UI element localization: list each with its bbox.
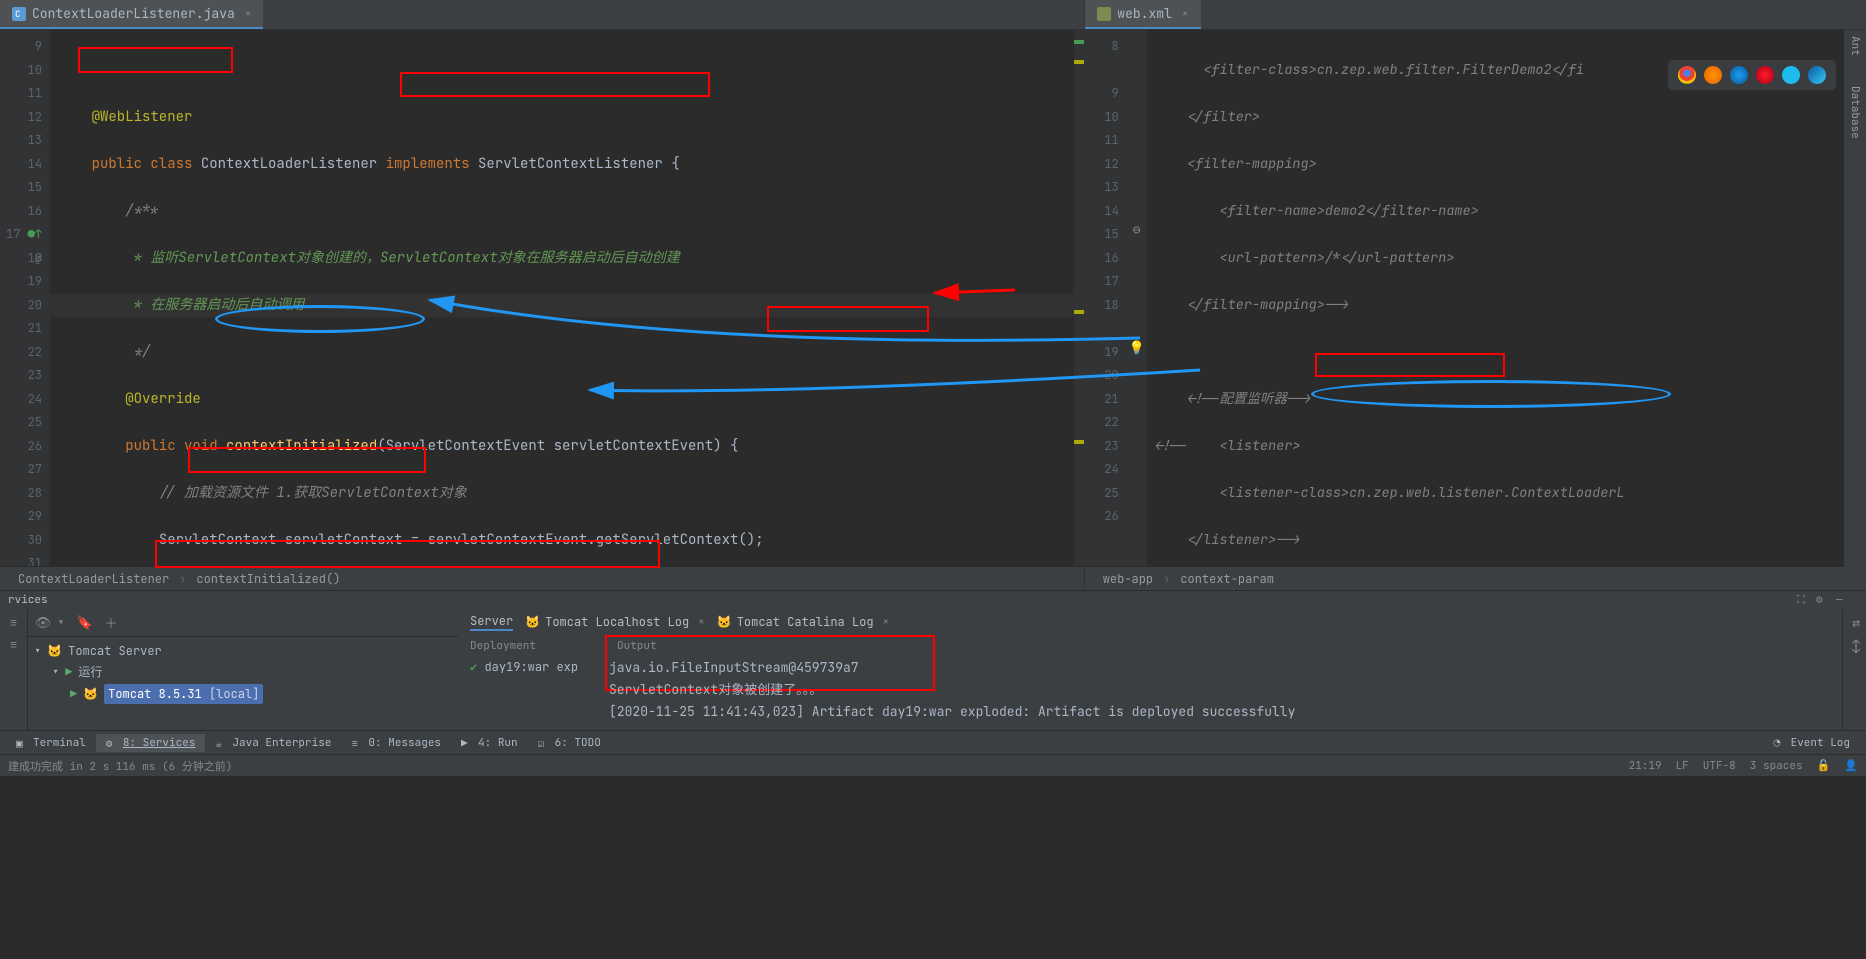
close-icon[interactable]: × xyxy=(1182,7,1189,21)
show-icon[interactable]: 👁 xyxy=(34,614,52,632)
marker-gutter: ⊖ 💡 xyxy=(1127,30,1147,566)
tab-xml-file[interactable]: web.xml × xyxy=(1085,0,1200,29)
database-tool-button[interactable]: Database xyxy=(1848,86,1862,139)
tab-java-enterprise[interactable]: ☕Java Enterprise xyxy=(205,734,341,752)
code-area[interactable]: 91011 121314 151617 ●↑ @ 181920 212223 2… xyxy=(0,30,1084,566)
bookmark-icon[interactable]: 🔖 xyxy=(76,614,94,632)
services-tree[interactable]: ▾🐱Tomcat Server ▾▶运行 ▶🐱Tomcat 8.5.31 [lo… xyxy=(28,637,458,710)
browser-preview-toolbar xyxy=(1668,60,1836,90)
tab-java-file[interactable]: ContextLoaderListener.java × xyxy=(0,0,263,29)
line-separator[interactable]: LF xyxy=(1676,759,1689,773)
code-text[interactable]: @WebListener public class ContextLoaderL… xyxy=(50,30,1084,566)
java-class-icon xyxy=(12,7,26,21)
xml-file-icon xyxy=(1097,7,1111,21)
services-left-toolbar: ≡ ≡ xyxy=(0,609,28,731)
panel-title: rvices xyxy=(8,593,48,607)
tab-todo[interactable]: ☑6: TODO xyxy=(528,734,611,752)
services-tabs: Server 🐱Tomcat Localhost Log× 🐱Tomcat Ca… xyxy=(458,609,1842,635)
breadcrumb-item[interactable]: contextInitialized() xyxy=(196,571,340,587)
caret-position[interactable]: 21:19 xyxy=(1629,759,1662,773)
check-icon: ✔ xyxy=(470,659,477,675)
indent-setting[interactable]: 3 spaces xyxy=(1750,759,1803,773)
inspector-icon[interactable]: 👤 xyxy=(1844,759,1858,773)
tab-catalina-log[interactable]: 🐱Tomcat Catalina Log× xyxy=(717,613,889,631)
edge-icon[interactable] xyxy=(1808,66,1826,84)
services-panel: rvices ⛶ ⚙ — ≡ ≡ 👁 ▾ 🔖 ＋ ▾🐱Tomcat Server… xyxy=(0,590,1866,730)
line-gutter: 8 91011 121314 151617 1819 202122 232425… xyxy=(1085,30,1127,566)
tab-terminal[interactable]: ▣Terminal xyxy=(6,734,96,752)
console-output[interactable]: java.io.FileInputStream@459739a7 Servlet… xyxy=(605,653,1830,727)
line-gutter: 91011 121314 151617 ●↑ @ 181920 212223 2… xyxy=(0,30,50,566)
lock-icon[interactable]: 🔓 xyxy=(1817,759,1831,773)
filter-icon[interactable]: ▾ xyxy=(52,614,70,632)
ie-icon[interactable] xyxy=(1782,66,1800,84)
chevron-right-icon: › xyxy=(179,571,186,587)
breadcrumb-item[interactable]: ContextLoaderListener xyxy=(18,571,169,587)
chrome-icon[interactable] xyxy=(1678,66,1696,84)
editor-split: 91011 121314 151617 ●↑ @ 181920 212223 2… xyxy=(0,30,1866,590)
expand-tree-icon[interactable]: ≡ xyxy=(5,613,23,631)
tab-services[interactable]: ⚙8: Services xyxy=(96,734,206,752)
right-tool-stripe: Ant Database xyxy=(1844,30,1866,590)
tab-label: web.xml xyxy=(1117,5,1172,22)
status-bar: 建成功完成 in 2 s 116 ms (6 分钟之前) 21:19 LF UT… xyxy=(0,754,1866,776)
gear-icon[interactable]: ⚙ xyxy=(1816,593,1830,607)
close-icon[interactable]: × xyxy=(245,7,252,21)
editor-tabs-bar: ContextLoaderListener.java × web.xml × xyxy=(0,0,1866,30)
breadcrumb-bar: ContextLoaderListener › contextInitializ… xyxy=(0,566,1084,590)
tab-run[interactable]: ▶4: Run xyxy=(451,734,528,752)
code-area[interactable]: 8 91011 121314 151617 1819 202122 232425… xyxy=(1085,30,1865,566)
code-text[interactable]: <filter-class>cn.zep.web.filter.FilterDe… xyxy=(1147,30,1865,566)
output-label: Output xyxy=(605,639,1830,653)
expand-icon[interactable]: ⛶ xyxy=(1792,591,1810,609)
tab-messages[interactable]: ≡0: Messages xyxy=(341,734,451,752)
safari-icon[interactable] xyxy=(1730,66,1748,84)
deployment-label: Deployment xyxy=(470,639,585,653)
firefox-icon[interactable] xyxy=(1704,66,1722,84)
add-icon[interactable]: ＋ xyxy=(102,614,120,632)
collapse-tree-icon[interactable]: ≡ xyxy=(5,635,23,653)
breadcrumb-bar: web-app › context-param xyxy=(1085,566,1865,590)
scroll-strip[interactable] xyxy=(1074,30,1084,566)
status-message: 建成功完成 in 2 s 116 ms (6 分钟之前) xyxy=(8,758,1629,774)
ant-tool-button[interactable]: Ant xyxy=(1848,36,1862,56)
opera-icon[interactable] xyxy=(1756,66,1774,84)
right-editor: 8 91011 121314 151617 1819 202122 232425… xyxy=(1085,30,1866,590)
breadcrumb-item[interactable]: web-app xyxy=(1103,571,1153,587)
hide-icon[interactable]: — xyxy=(1836,593,1850,607)
settings-icon[interactable]: ⇄ xyxy=(1847,613,1865,631)
breadcrumb-item[interactable]: context-param xyxy=(1180,571,1274,587)
file-encoding[interactable]: UTF-8 xyxy=(1703,759,1736,773)
tab-label: ContextLoaderListener.java xyxy=(32,5,235,22)
chevron-right-icon: › xyxy=(1163,571,1170,587)
tab-localhost-log[interactable]: 🐱Tomcat Localhost Log× xyxy=(525,613,705,631)
tab-server[interactable]: Server xyxy=(470,613,513,631)
bottom-tool-bar: ▣Terminal ⚙8: Services ☕Java Enterprise … xyxy=(0,730,1866,754)
more-icon[interactable]: ↕ xyxy=(1847,637,1865,655)
left-editor: 91011 121314 151617 ●↑ @ 181920 212223 2… xyxy=(0,30,1085,590)
deployment-item[interactable]: day19:war exp xyxy=(484,659,578,675)
tab-event-log[interactable]: ◔Event Log xyxy=(1764,734,1860,752)
